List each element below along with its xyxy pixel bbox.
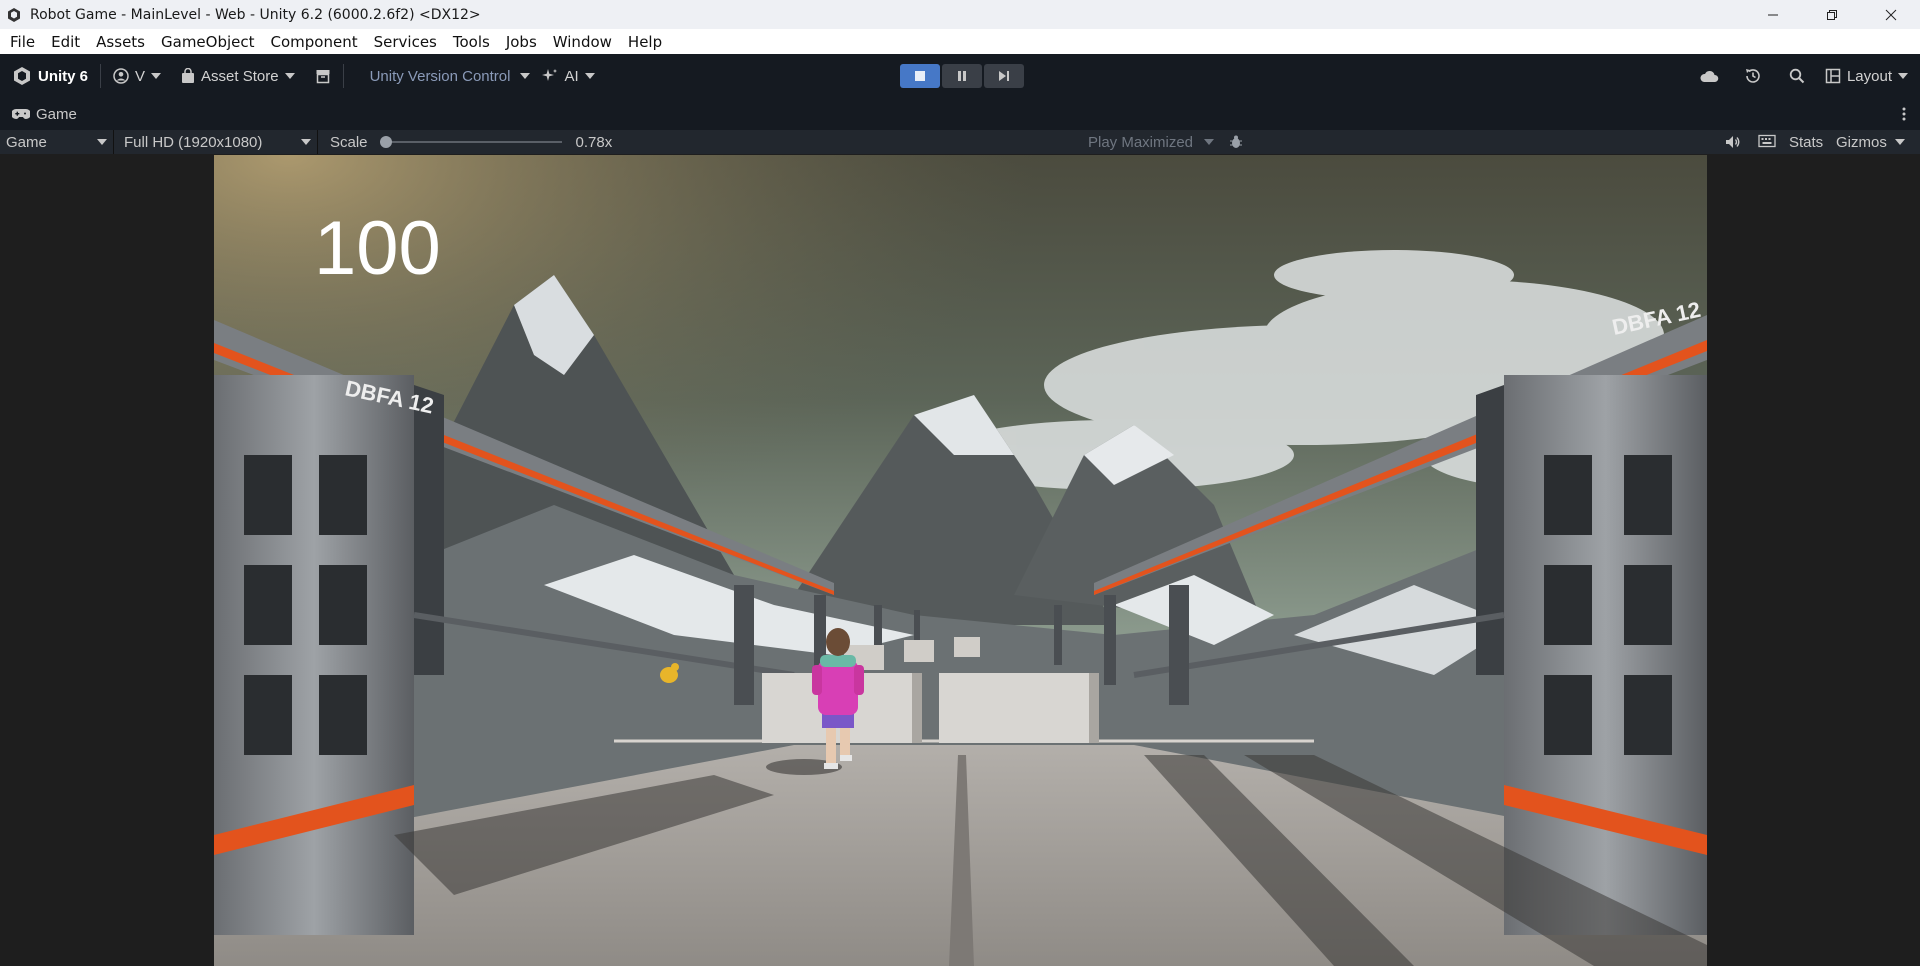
stop-icon bbox=[915, 71, 925, 81]
menu-bar: File Edit Assets GameObject Component Se… bbox=[0, 29, 1920, 54]
search-icon bbox=[1789, 68, 1805, 84]
layout-label: Layout bbox=[1846, 67, 1892, 85]
account-icon bbox=[113, 68, 129, 84]
shortcuts-toggle[interactable] bbox=[1756, 134, 1778, 150]
display-mode-label: Game bbox=[6, 133, 47, 151]
gizmos-dropdown[interactable]: Gizmos bbox=[1836, 134, 1905, 151]
resolution-dropdown[interactable]: Full HD (1920x1080) bbox=[114, 130, 318, 154]
play-controls bbox=[900, 64, 1024, 88]
chevron-down-icon bbox=[1204, 139, 1214, 145]
account-dropdown[interactable]: V bbox=[107, 62, 167, 90]
restore-icon bbox=[1826, 9, 1837, 20]
layout-icon bbox=[1825, 68, 1841, 84]
chevron-down-icon bbox=[301, 139, 311, 145]
menu-file[interactable]: File bbox=[2, 33, 43, 51]
cloud-icon bbox=[1700, 70, 1719, 82]
menu-window[interactable]: Window bbox=[545, 33, 620, 51]
debug-toggle[interactable] bbox=[1224, 134, 1248, 150]
ai-dropdown[interactable]: AI bbox=[536, 62, 600, 90]
shopping-bag-icon bbox=[182, 68, 195, 83]
display-mode-dropdown[interactable]: Game bbox=[0, 130, 114, 154]
history-button[interactable] bbox=[1731, 62, 1775, 90]
minimize-icon bbox=[1767, 14, 1778, 15]
more-vertical-icon bbox=[1902, 107, 1906, 121]
play-mode-dropdown[interactable]: Play Maximized bbox=[1082, 130, 1220, 154]
mute-audio-toggle[interactable] bbox=[1722, 134, 1744, 150]
speaker-icon bbox=[1726, 136, 1740, 148]
chevron-down-icon bbox=[584, 73, 595, 79]
tab-game-label: Game bbox=[36, 105, 77, 123]
game-view-toolbar: Game Full HD (1920x1080) Scale 0.78x Pla… bbox=[0, 130, 1920, 154]
unity-version-label: Unity 6 bbox=[38, 67, 89, 85]
restore-button[interactable] bbox=[1802, 0, 1861, 29]
minimize-button[interactable] bbox=[1743, 0, 1802, 29]
divider bbox=[342, 64, 344, 88]
menu-help[interactable]: Help bbox=[620, 33, 670, 51]
search-button[interactable] bbox=[1775, 62, 1819, 90]
chevron-down-icon bbox=[1898, 73, 1908, 79]
menu-jobs[interactable]: Jobs bbox=[498, 33, 545, 51]
menu-assets[interactable]: Assets bbox=[88, 33, 153, 51]
bug-icon bbox=[1230, 135, 1242, 148]
chevron-down-icon bbox=[1894, 139, 1905, 145]
scale-label: Scale bbox=[330, 133, 368, 151]
tab-game[interactable]: Game bbox=[0, 106, 77, 123]
package-manager-button[interactable] bbox=[309, 62, 337, 90]
chevron-down-icon bbox=[151, 73, 162, 79]
close-icon bbox=[1885, 9, 1896, 20]
asset-store-dropdown[interactable]: Asset Store bbox=[175, 62, 301, 90]
version-control-dropdown[interactable]: Unity Version Control bbox=[350, 62, 537, 90]
divider bbox=[100, 64, 102, 88]
scale-slider[interactable] bbox=[379, 136, 562, 148]
unity-logo-icon bbox=[8, 7, 20, 22]
menu-services[interactable]: Services bbox=[366, 33, 445, 51]
step-button[interactable] bbox=[984, 64, 1024, 88]
window-controls bbox=[1743, 0, 1920, 29]
cloud-button[interactable] bbox=[1687, 62, 1731, 90]
stats-button[interactable]: Stats bbox=[1789, 134, 1823, 151]
chevron-down-icon bbox=[520, 73, 531, 79]
window-title: Robot Game - MainLevel - Web - Unity 6.2… bbox=[30, 6, 481, 23]
ai-label: AI bbox=[564, 67, 579, 85]
menu-tools[interactable]: Tools bbox=[445, 33, 498, 51]
panel-menu-button[interactable] bbox=[1902, 106, 1906, 122]
scale-value: 0.78x bbox=[575, 133, 613, 151]
unity-cube-icon bbox=[14, 67, 30, 85]
chevron-down-icon bbox=[97, 139, 107, 145]
history-icon bbox=[1745, 69, 1760, 83]
step-icon bbox=[999, 71, 1009, 81]
pause-icon bbox=[958, 71, 966, 81]
unity-home-button[interactable]: Unity 6 bbox=[6, 62, 94, 90]
right-toolbar: Layout bbox=[1687, 54, 1920, 98]
menu-edit[interactable]: Edit bbox=[43, 33, 88, 51]
layout-dropdown[interactable]: Layout bbox=[1819, 62, 1914, 90]
chevron-down-icon bbox=[284, 73, 295, 79]
pause-button[interactable] bbox=[942, 64, 982, 88]
sparkle-icon bbox=[542, 69, 558, 81]
asset-store-label: Asset Store bbox=[201, 67, 279, 85]
game-viewport[interactable]: DBFA 12 DBFA 12 100 bbox=[214, 155, 1707, 966]
gamepad-icon bbox=[12, 109, 30, 119]
account-label: V bbox=[135, 67, 146, 85]
close-button[interactable] bbox=[1861, 0, 1920, 29]
archive-icon bbox=[316, 70, 330, 84]
panel-tab-row: Game bbox=[0, 98, 1920, 130]
resolution-label: Full HD (1920x1080) bbox=[124, 133, 263, 151]
score-counter: 100 bbox=[314, 206, 441, 291]
play-button[interactable] bbox=[900, 64, 940, 88]
scale-slider-handle[interactable] bbox=[379, 136, 392, 148]
version-control-label: Unity Version Control bbox=[369, 67, 511, 85]
keyboard-icon bbox=[1758, 134, 1776, 148]
play-mode-label: Play Maximized bbox=[1088, 133, 1194, 151]
menu-gameobject[interactable]: GameObject bbox=[153, 33, 263, 51]
title-bar: Robot Game - MainLevel - Web - Unity 6.2… bbox=[0, 0, 1920, 29]
gizmos-label: Gizmos bbox=[1836, 133, 1887, 151]
menu-component[interactable]: Component bbox=[263, 33, 366, 51]
